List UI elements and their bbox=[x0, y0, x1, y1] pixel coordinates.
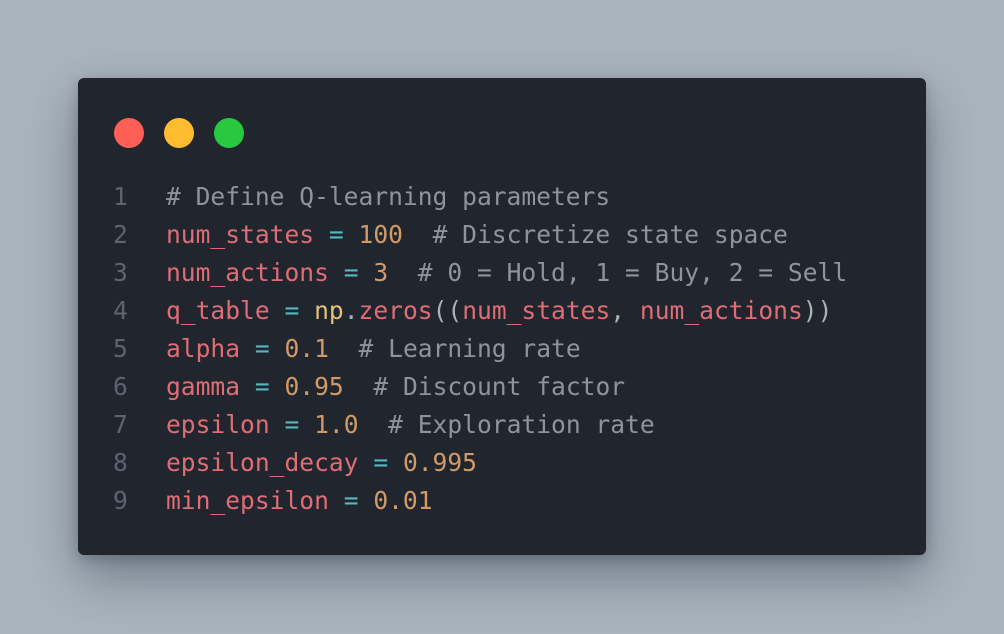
code-line: 4 q_table = np.zeros((num_states, num_act… bbox=[108, 292, 906, 330]
code-token-var: num_actions bbox=[639, 296, 803, 325]
code-text: num_states = 100 # Discretize state spac… bbox=[166, 216, 788, 254]
code-line: 6 gamma = 0.95 # Discount factor bbox=[108, 368, 906, 406]
line-number: 6 bbox=[113, 372, 128, 401]
code-token-num: 0.95 bbox=[284, 372, 344, 401]
code-token-comment: # Discount factor bbox=[373, 372, 626, 401]
code-text: epsilon = 1.0 # Exploration rate bbox=[166, 406, 655, 444]
code-token-num: 0.995 bbox=[402, 448, 477, 477]
code-token-var: epsilon_decay bbox=[166, 448, 359, 477]
close-button[interactable] bbox=[114, 118, 144, 148]
code-token-op: = bbox=[284, 410, 300, 439]
line-number: 2 bbox=[113, 220, 128, 249]
code-token-var: num_states bbox=[166, 220, 315, 249]
code-token-var: zeros bbox=[358, 296, 433, 325]
code-token-var: num_actions bbox=[166, 258, 329, 287]
code-token-comment: # Exploration rate bbox=[388, 410, 655, 439]
code-token-op: = bbox=[373, 448, 389, 477]
code-token-var: num_states bbox=[462, 296, 611, 325]
code-token-num: 3 bbox=[373, 258, 389, 287]
code-line: 2 num_states = 100 # Discretize state spa… bbox=[108, 216, 906, 254]
code-line: 8 epsilon_decay = 0.995 bbox=[108, 444, 906, 482]
code-text: gamma = 0.95 # Discount factor bbox=[166, 368, 625, 406]
code-text: q_table = np.zeros((num_states, num_acti… bbox=[166, 292, 832, 330]
line-number: 7 bbox=[113, 410, 128, 439]
code-token-comment: # 0 = Hold, 1 = Buy, 2 = Sell bbox=[417, 258, 848, 287]
line-number: 3 bbox=[113, 258, 128, 287]
code-window: 1 # Define Q-learning parameters 2 num_stat… bbox=[78, 78, 926, 555]
code-line: 3 num_actions = 3 # 0 = Hold, 1 = Buy, 2 … bbox=[108, 254, 906, 292]
line-number: 5 bbox=[113, 334, 128, 363]
code-text: epsilon_decay = 0.995 bbox=[166, 444, 477, 482]
code-token-op: = bbox=[343, 258, 359, 287]
line-number: 8 bbox=[113, 448, 128, 477]
maximize-button[interactable] bbox=[214, 118, 244, 148]
line-number: 1 bbox=[113, 182, 128, 211]
code-token-var: epsilon bbox=[166, 410, 270, 439]
code-token-comment: # Learning rate bbox=[358, 334, 581, 363]
code-block: 1 # Define Q-learning parameters 2 num_stat… bbox=[108, 178, 906, 520]
code-token-num: 1.0 bbox=[314, 410, 359, 439]
code-token-num: 0.01 bbox=[373, 486, 433, 515]
code-token-mod: np bbox=[314, 296, 344, 325]
code-token-comment: # Define Q-learning parameters bbox=[166, 182, 611, 211]
code-line: 5 alpha = 0.1 # Learning rate bbox=[108, 330, 906, 368]
code-token-op: = bbox=[254, 334, 270, 363]
code-text: # Define Q-learning parameters bbox=[166, 178, 610, 216]
code-token-op: = bbox=[343, 486, 359, 515]
code-line: 9 min_epsilon = 0.01 bbox=[108, 482, 906, 520]
code-token-var: min_epsilon bbox=[166, 486, 329, 515]
minimize-button[interactable] bbox=[164, 118, 194, 148]
code-token-num: 100 bbox=[358, 220, 403, 249]
code-text: alpha = 0.1 # Learning rate bbox=[166, 330, 581, 368]
code-token-punc: . bbox=[343, 296, 359, 325]
line-number: 4 bbox=[113, 296, 128, 325]
line-number: 9 bbox=[113, 486, 128, 515]
code-token-op: = bbox=[284, 296, 300, 325]
window-controls bbox=[114, 118, 244, 148]
code-token-punc: (( bbox=[432, 296, 463, 325]
code-line: 7 epsilon = 1.0 # Exploration rate bbox=[108, 406, 906, 444]
code-token-op: = bbox=[254, 372, 270, 401]
code-token-var: gamma bbox=[166, 372, 241, 401]
code-token-var: q_table bbox=[166, 296, 270, 325]
code-token-comment: # Discretize state space bbox=[432, 220, 788, 249]
code-token-op: = bbox=[328, 220, 344, 249]
code-token-punc: , bbox=[610, 296, 640, 325]
code-token-punc: )) bbox=[802, 296, 833, 325]
code-token-var: alpha bbox=[166, 334, 241, 363]
code-text: num_actions = 3 # 0 = Hold, 1 = Buy, 2 =… bbox=[166, 254, 847, 292]
code-line: 1 # Define Q-learning parameters bbox=[108, 178, 906, 216]
code-text: min_epsilon = 0.01 bbox=[166, 482, 433, 520]
code-token-num: 0.1 bbox=[284, 334, 329, 363]
